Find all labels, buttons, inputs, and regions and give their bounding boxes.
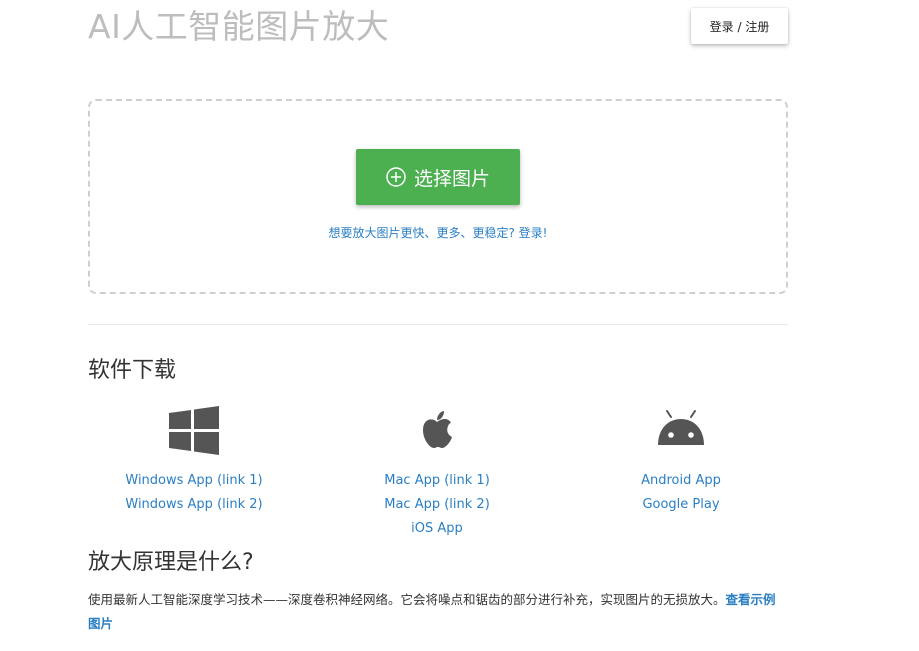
windows-app-link-1[interactable]: Windows App (link 1)	[94, 469, 294, 493]
windows-download-column: Windows App (link 1) Windows App (link 2…	[94, 403, 294, 517]
mac-links: Mac App (link 1) Mac App (link 2) iOS Ap…	[337, 469, 537, 541]
principle-heading: 放大原理是什么?	[88, 550, 254, 575]
download-heading: 软件下载	[88, 358, 177, 383]
mac-download-column: Mac App (link 1) Mac App (link 2) iOS Ap…	[337, 403, 537, 541]
android-links: Android App Google Play	[581, 469, 781, 517]
android-download-column: Android App Google Play	[581, 403, 781, 517]
ios-app-link[interactable]: iOS App	[337, 517, 537, 541]
windows-icon	[169, 406, 219, 455]
android-app-link[interactable]: Android App	[581, 469, 781, 493]
principle-description: 使用最新人工智能深度学习技术——深度卷积神经网络。它会将噪点和锯齿的部分进行补充…	[88, 588, 788, 636]
apple-icon	[423, 411, 452, 448]
upload-dropzone[interactable]: 选择图片 想要放大图片更快、更多、更稳定? 登录!	[88, 99, 788, 294]
login-register-button[interactable]: 登录 / 注册	[691, 8, 788, 44]
select-image-label: 选择图片	[413, 167, 490, 190]
select-image-button[interactable]: 选择图片	[356, 149, 520, 205]
site-title: AI人工智能图片放大	[88, 7, 390, 46]
mac-app-link-1[interactable]: Mac App (link 1)	[337, 469, 537, 493]
page: AI人工智能图片放大 登录 / 注册 选择图片 想要放大图片更快、更多、更稳定?…	[0, 0, 919, 651]
windows-app-link-2[interactable]: Windows App (link 2)	[94, 493, 294, 517]
google-play-link[interactable]: Google Play	[581, 493, 781, 517]
principle-text: 使用最新人工智能深度学习技术——深度卷积神经网络。它会将噪点和锯齿的部分进行补充…	[88, 592, 726, 607]
plus-circle-icon	[386, 167, 406, 187]
android-icon	[658, 410, 704, 445]
section-divider	[88, 324, 788, 325]
mac-app-link-2[interactable]: Mac App (link 2)	[337, 493, 537, 517]
windows-links: Windows App (link 1) Windows App (link 2…	[94, 469, 294, 517]
login-hint-link[interactable]: 想要放大图片更快、更多、更稳定? 登录!	[90, 224, 786, 241]
